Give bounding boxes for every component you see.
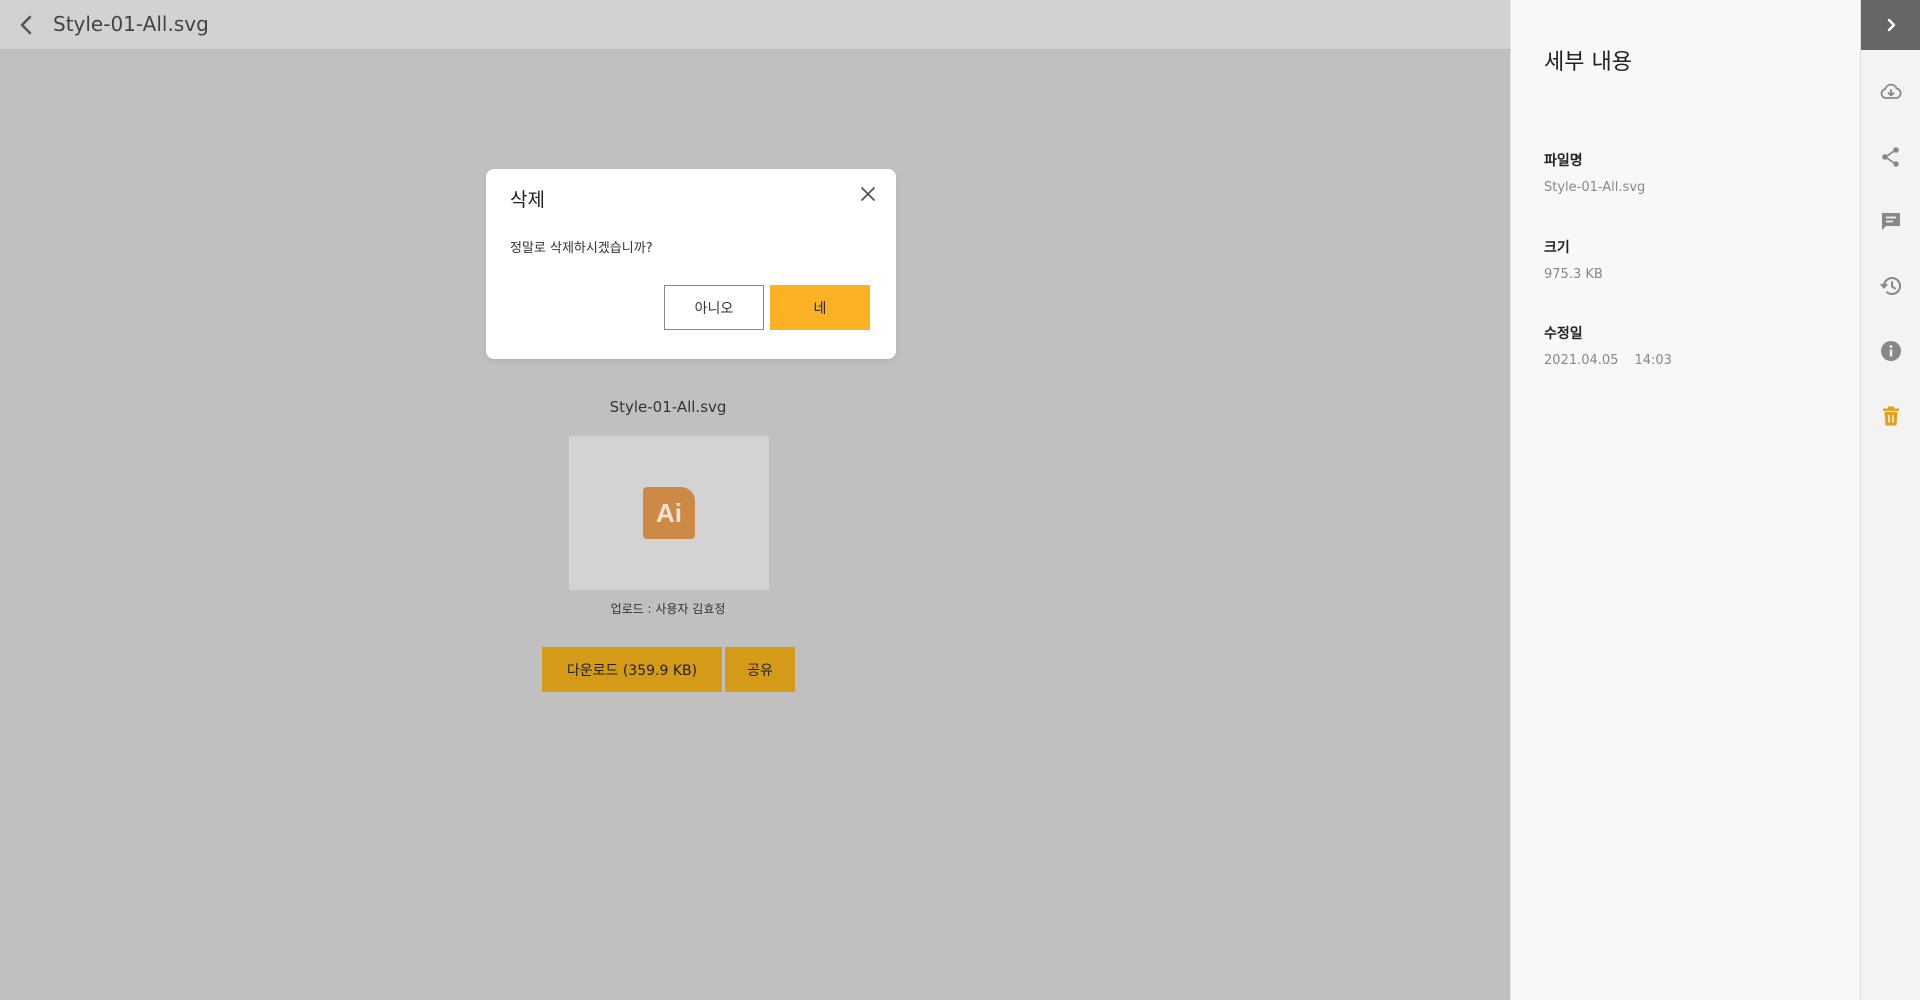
rail-share-button[interactable]: [1879, 145, 1903, 169]
rail-comment-button[interactable]: [1879, 209, 1903, 233]
dialog-message: 정말로 삭제하시겠습니까?: [510, 241, 653, 256]
file-title: Style-01-All.svg: [53, 12, 209, 36]
rail-history-button[interactable]: [1879, 274, 1903, 298]
file-type-label: Ai: [656, 497, 682, 528]
size-label: 크기: [1544, 240, 1570, 256]
share-button[interactable]: 공유: [725, 647, 795, 692]
history-icon: [1880, 277, 1901, 295]
back-button[interactable]: [14, 12, 40, 38]
collapse-panel-button[interactable]: [1861, 0, 1920, 50]
preview-filename: Style-01-All.svg: [609, 398, 727, 416]
details-panel: 세부 내용 파일명 Style-01-All.svg 크기 975.3 KB 수…: [1510, 0, 1860, 1000]
size-value: 975.3 KB: [1544, 267, 1603, 282]
share-icon: [1882, 147, 1899, 167]
modified-time: 14:03: [1634, 353, 1672, 368]
uploader-info: 업로드 : 사용자 김효정: [610, 602, 726, 616]
file-thumbnail: Ai: [569, 436, 769, 590]
rail-download-button[interactable]: [1879, 80, 1903, 104]
modified-date: 2021.04.05: [1544, 353, 1619, 368]
rail-info-button[interactable]: [1879, 339, 1903, 363]
action-rail: [1860, 0, 1920, 1000]
rail-delete-button[interactable]: [1879, 404, 1903, 428]
delete-confirm-dialog: 삭제 정말로 삭제하시겠습니까? 아니오 네: [486, 169, 896, 359]
trash-icon: [1883, 406, 1899, 426]
modified-label: 수정일: [1544, 326, 1583, 342]
viewer-header: Style-01-All.svg: [0, 0, 1510, 50]
info-icon: [1881, 341, 1901, 361]
filename-value: Style-01-All.svg: [1544, 180, 1646, 195]
chevron-right-icon: [1887, 18, 1896, 32]
dialog-title: 삭제: [510, 189, 545, 211]
close-icon: [861, 187, 875, 201]
comment-icon: [1882, 213, 1900, 230]
filename-label: 파일명: [1544, 153, 1583, 169]
cloud-download-icon: [1880, 83, 1902, 99]
panel-title: 세부 내용: [1544, 50, 1632, 75]
dialog-close-button[interactable]: [858, 184, 878, 204]
download-button[interactable]: 다운로드 (359.9 KB): [542, 647, 722, 692]
cancel-button[interactable]: 아니오: [664, 285, 764, 330]
chevron-left-icon: [20, 15, 32, 35]
modified-value: 2021.04.05 14:03: [1544, 353, 1672, 368]
confirm-button[interactable]: 네: [770, 285, 870, 330]
file-viewer: Style-01-All.svg Style-01-All.svg Ai 업로드…: [0, 0, 1510, 1000]
illustrator-file-icon: Ai: [643, 487, 695, 539]
